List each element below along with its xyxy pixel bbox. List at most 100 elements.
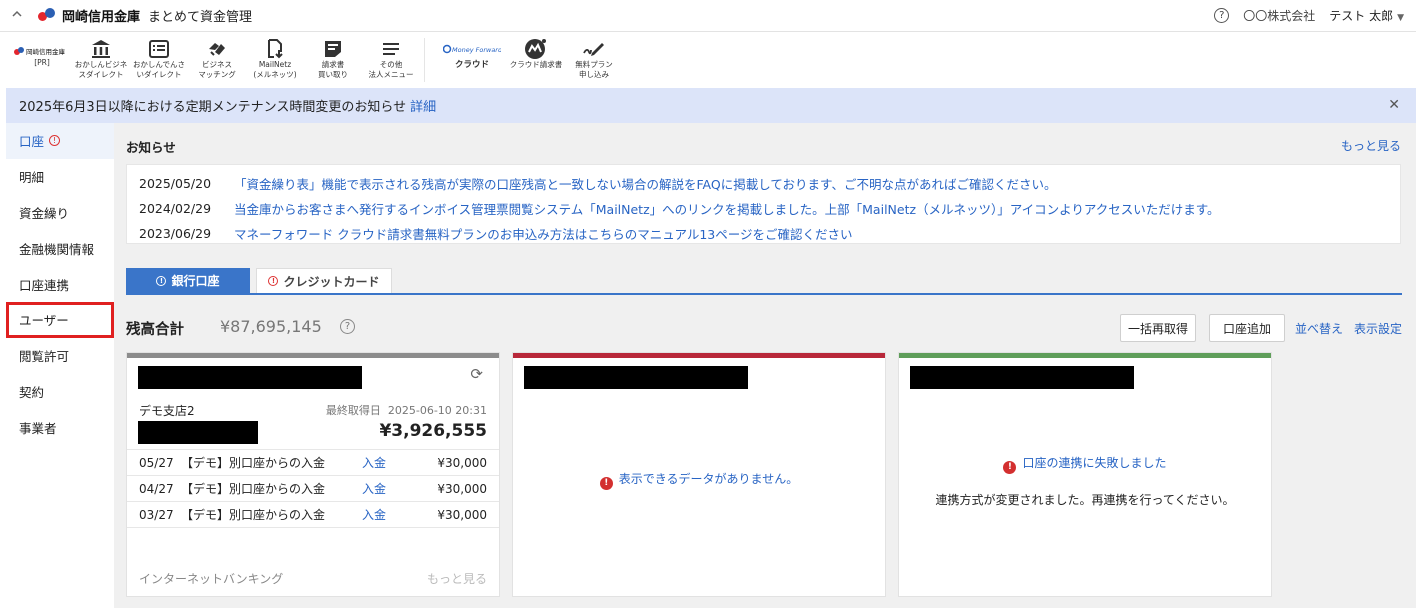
- sidebar-item-label: 金融機関情報: [19, 241, 95, 257]
- transaction-desc: 【デモ】別口座からの入金: [181, 482, 326, 496]
- transaction-desc: 【デモ】別口座からの入金: [181, 456, 326, 470]
- alert-icon: !: [156, 275, 167, 286]
- transaction-row[interactable]: 03/27 【デモ】別口座からの入金 入金 ¥30,000: [127, 501, 499, 527]
- account-card: ! 口座の連携に失敗しました 連携方式が変更されました。再連携を行ってください。: [898, 352, 1272, 597]
- branch-name: デモ支店2: [139, 404, 195, 418]
- help-icon[interactable]: ?: [1214, 8, 1230, 23]
- link-failed-text: 口座の連携に失敗しました: [1022, 456, 1167, 470]
- banner-text: 2025年6月3日以降における定期メンテナンス時間変更のお知らせ: [19, 100, 407, 115]
- divider: [127, 527, 499, 528]
- transaction-desc: 【デモ】別口座からの入金: [181, 508, 326, 522]
- no-data-message: ! 表示できるデータがありません。: [513, 470, 885, 490]
- link-failed-message[interactable]: ! 口座の連携に失敗しました: [899, 454, 1271, 474]
- last-fetched: 最終取得日 2025-06-10 20:31: [326, 402, 487, 418]
- card-status-bar: [513, 353, 885, 358]
- add-account-button[interactable]: 口座追加: [1209, 314, 1285, 342]
- masked-account-name: [910, 366, 1134, 389]
- sidebar-item-label: 閲覧許可: [19, 349, 70, 365]
- logo-mark-icon: [38, 7, 56, 24]
- toolbar-item-label: クラウド請求書: [509, 60, 563, 69]
- notices-list: 2025/05/20 「資金繰り表」機能で表示される残高が実際の口座残高と一致し…: [126, 164, 1401, 244]
- toolbar-item-label: [PR]: [34, 58, 50, 67]
- transaction-type: 入金: [362, 508, 387, 522]
- account-balance: ¥3,926,555: [379, 421, 487, 441]
- okashin-logo-icon: 岡崎信用金庫: [14, 44, 70, 58]
- sort-link[interactable]: 並べ替え: [1295, 320, 1343, 337]
- banner-detail-link[interactable]: 詳細: [410, 96, 436, 115]
- logo[interactable]: 岡崎信用金庫: [38, 6, 140, 25]
- last-fetched-label: 最終取得日: [325, 404, 381, 417]
- notice-link[interactable]: 当金庫からお客さまへ発行するインボイス管理票閲覧システム「MailNetz」への…: [234, 199, 1220, 218]
- notice-date: 2024/02/29: [139, 201, 212, 216]
- toolbar-item-mf-invoice[interactable]: クラウド請求書: [507, 32, 565, 70]
- sidebar-item-account-link[interactable]: 口座連携: [6, 266, 114, 302]
- toolbar-item-pr[interactable]: 岡崎信用金庫 [PR]: [12, 32, 72, 68]
- last-fetched-time: 2025-06-10 20:31: [387, 404, 487, 417]
- masked-account-number: [138, 421, 258, 444]
- balance-total-label: 残高合計: [126, 322, 184, 338]
- toolbar-item-mailnetz[interactable]: MailNetz (メルネッツ): [246, 32, 304, 80]
- masked-account-name: [138, 366, 362, 389]
- sidebar-item-business[interactable]: 事業者: [6, 409, 114, 445]
- toolbar-item-label: 請求書 買い取り: [318, 60, 348, 79]
- notices-more-link[interactable]: もっと見る: [1341, 137, 1401, 154]
- sidebar-item-cashflow[interactable]: 資金繰り: [6, 195, 114, 231]
- transaction-row[interactable]: 05/27 【デモ】別口座からの入金 入金 ¥30,000: [127, 449, 499, 475]
- account-card: ! 表示できるデータがありません。: [512, 352, 886, 597]
- error-icon: !: [599, 476, 613, 490]
- close-icon[interactable]: ✕: [1388, 97, 1400, 113]
- refresh-icon[interactable]: ⟳: [470, 365, 483, 383]
- transaction-amount: ¥30,000: [437, 507, 487, 522]
- sidebar-item-accounts[interactable]: 口座 !: [6, 123, 114, 159]
- notice-item: 2023/06/29 マネーフォワード クラウド請求書無料プランのお申込み方法は…: [139, 221, 1400, 246]
- toolbar-item-label: おかしんビジネ スダイレクト: [74, 60, 128, 79]
- card-source: インターネットバンキング: [139, 572, 284, 586]
- money-forward-logo-icon: Money Forward: [443, 38, 501, 60]
- account-card: ⟳ デモ支店2 最終取得日 2025-06-10 20:31 ¥3,926,55…: [126, 352, 500, 597]
- refetch-all-button[interactable]: 一括再取得: [1120, 314, 1196, 342]
- transaction-type: 入金: [362, 482, 387, 496]
- sidebar: 口座 ! 明細 資金繰り 金融機関情報 口座連携 ユーザー 閲覧許可 契約 事業…: [6, 123, 114, 608]
- sidebar-item-institutions[interactable]: 金融機関情報: [6, 230, 114, 266]
- sidebar-item-contract[interactable]: 契約: [6, 374, 114, 410]
- masked-account-name: [524, 366, 748, 389]
- user-menu[interactable]: テスト 太郎 ▼: [1329, 7, 1404, 24]
- balance-total-value: ¥87,695,145: [220, 317, 322, 336]
- mf-invoice-icon: [524, 38, 548, 60]
- account-tabs: ! 銀行口座 ! クレジットカード: [126, 268, 1402, 295]
- sidebar-item-label: 契約: [19, 384, 45, 400]
- sidebar-item-statements[interactable]: 明細: [6, 159, 114, 195]
- sidebar-item-label: 口座連携: [19, 277, 70, 293]
- toolbar-item-business-direct[interactable]: おかしんビジネ スダイレクト: [72, 32, 130, 80]
- help-icon[interactable]: ?: [340, 319, 355, 334]
- sidebar-item-users[interactable]: ユーザー: [6, 301, 114, 338]
- menu-icon: [381, 38, 401, 60]
- sidebar-item-view-permission[interactable]: 閲覧許可: [6, 338, 114, 374]
- transaction-date: 04/27: [139, 481, 174, 496]
- card-more-link[interactable]: もっと見る: [427, 570, 487, 587]
- tab-bank-accounts[interactable]: ! 銀行口座: [126, 268, 250, 293]
- toolbar-item-mf-cloud[interactable]: Money Forward クラウド: [437, 32, 507, 70]
- tab-label: 銀行口座: [171, 274, 220, 288]
- toolbar-item-other-menu[interactable]: その他 法人メニュー: [362, 32, 420, 80]
- toolbar-item-densai-direct[interactable]: おかしんでんさ いダイレクト: [130, 32, 188, 80]
- display-settings-link[interactable]: 表示設定: [1354, 320, 1402, 337]
- notice-link[interactable]: マネーフォワード クラウド請求書無料プランのお申込み方法はこちらのマニュアル13…: [234, 224, 853, 243]
- tab-credit-cards[interactable]: ! クレジットカード: [256, 268, 392, 293]
- toolbar-item-free-plan[interactable]: 無料プラン 申し込み: [565, 32, 623, 80]
- toolbar-item-invoice-purchase[interactable]: 請求書 買い取り: [304, 32, 362, 80]
- invoice-icon: [323, 38, 343, 60]
- notice-link[interactable]: 「資金繰り表」機能で表示される残高が実際の口座残高と一致しない場合の解説をFAQ…: [234, 174, 1056, 193]
- transaction-amount: ¥30,000: [437, 481, 487, 496]
- handshake-icon: [206, 38, 228, 60]
- toolbar-item-label: MailNetz (メルネッツ): [253, 60, 297, 79]
- pen-icon: [582, 38, 606, 60]
- toolbar-item-business-matching[interactable]: ビジネス マッチング: [188, 32, 246, 80]
- collapse-icon[interactable]: [12, 10, 28, 21]
- bank-icon: [90, 38, 112, 60]
- toolbar-item-label: その他 法人メニュー: [368, 60, 414, 79]
- sidebar-item-label: 事業者: [19, 420, 57, 436]
- transaction-row[interactable]: 04/27 【デモ】別口座からの入金 入金 ¥30,000: [127, 475, 499, 501]
- toolbar-item-label: クラウド: [454, 60, 489, 70]
- card-status-bar: [127, 353, 499, 358]
